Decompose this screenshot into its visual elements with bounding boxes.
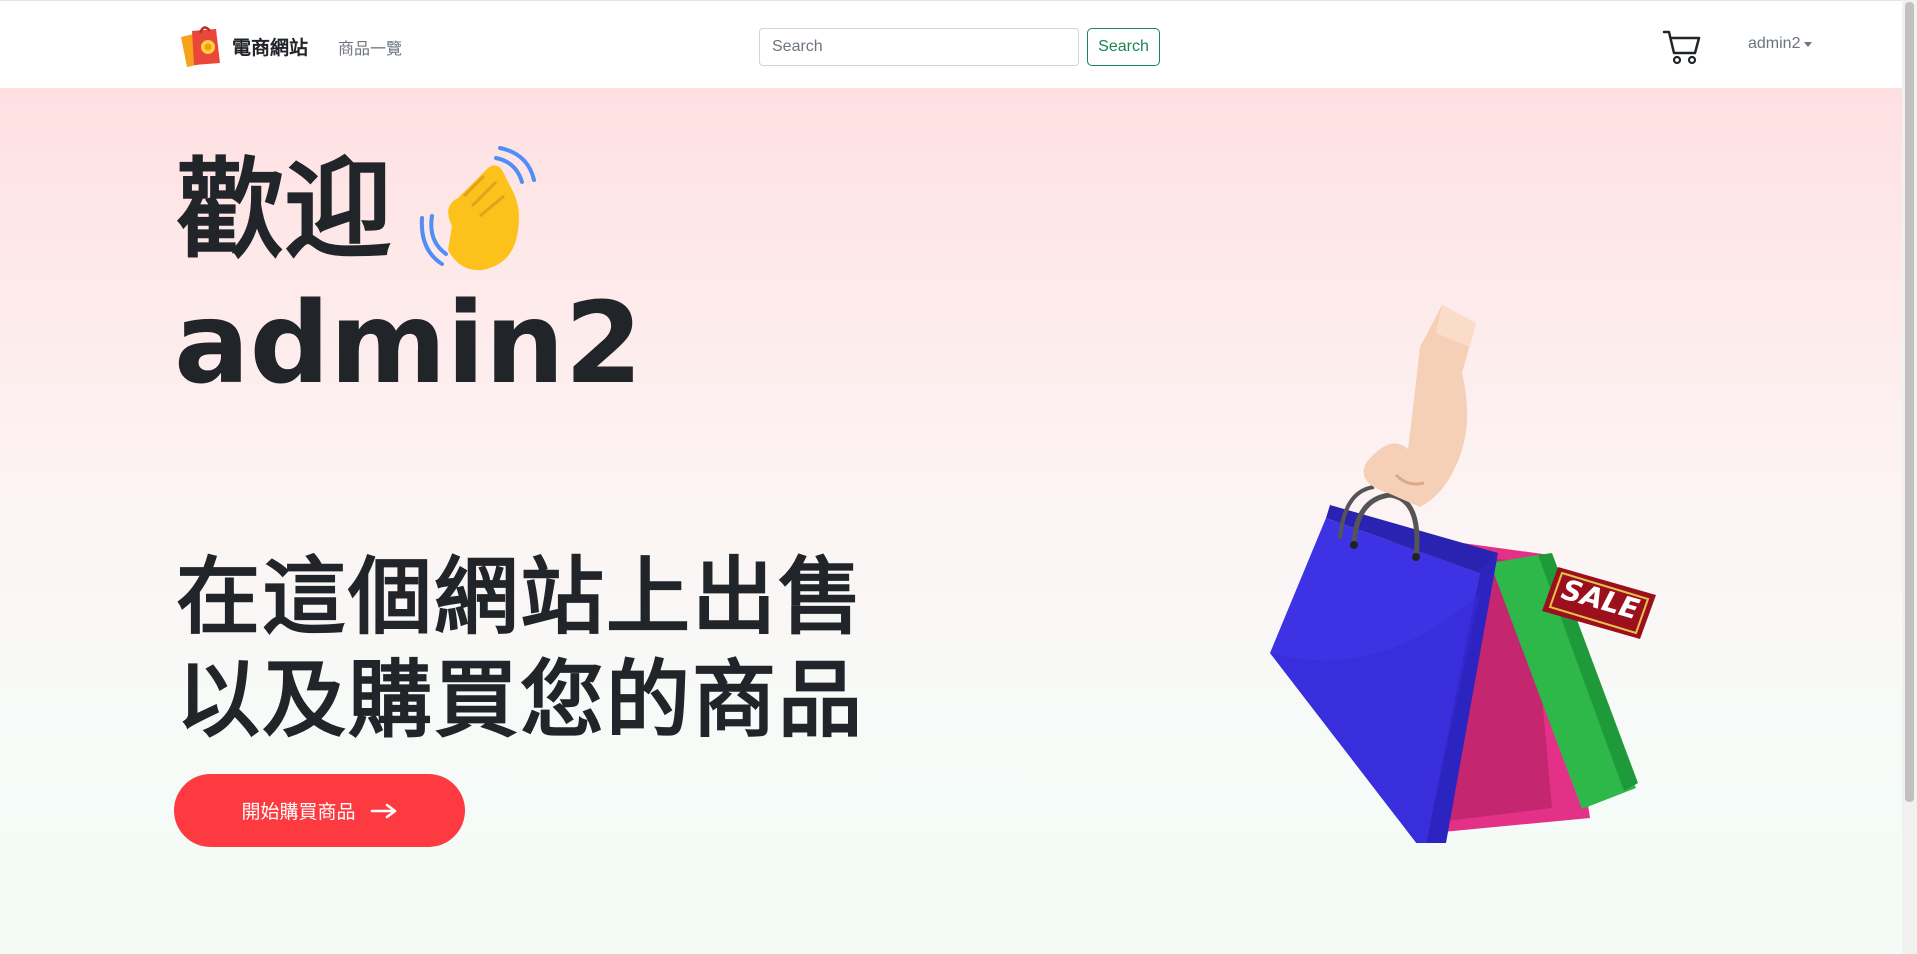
scrollbar-thumb[interactable] bbox=[1905, 2, 1914, 802]
username-heading: admin2 bbox=[174, 279, 643, 409]
top-navbar: 電商網站 商品一覽 Search admin2 bbox=[0, 0, 1902, 88]
brand-logo-icon bbox=[181, 26, 220, 67]
page-scrollbar[interactable] bbox=[1902, 0, 1917, 954]
user-menu-dropdown[interactable]: admin2 bbox=[1748, 35, 1813, 53]
shopping-bags-illustration: SALE bbox=[1270, 305, 1656, 843]
brand-name: 電商網站 bbox=[232, 36, 309, 59]
cart-button[interactable] bbox=[1660, 26, 1704, 66]
start-shopping-label: 開始購買商品 bbox=[241, 801, 356, 823]
arrow-right-icon bbox=[370, 803, 396, 818]
tagline-line-2: 以及購買您的商品 bbox=[176, 651, 865, 749]
brand-link[interactable]: 電商網站 bbox=[178, 23, 308, 69]
nav-link-products[interactable]: 商品一覽 bbox=[338, 35, 402, 59]
search-form: Search bbox=[759, 28, 1160, 66]
welcome-heading: 歡迎 bbox=[176, 146, 538, 276]
start-shopping-button[interactable]: 開始購買商品 bbox=[174, 774, 465, 847]
user-menu-label: admin2 bbox=[1748, 35, 1801, 52]
tagline: 在這個網站上出售 以及購買您的商品 bbox=[176, 546, 864, 752]
waving-hand-icon bbox=[419, 146, 537, 271]
caret-down-icon bbox=[1804, 41, 1813, 47]
tagline-line-1: 在這個網站上出售 bbox=[176, 548, 865, 646]
shopping-cart-icon bbox=[1662, 30, 1701, 65]
hero-section: 歡迎 admin2 在這個網站上出售 以及購買您的商品 開始購買商品 SALE bbox=[0, 88, 1902, 954]
welcome-text: 歡迎 bbox=[176, 148, 393, 273]
search-input[interactable] bbox=[759, 28, 1079, 66]
search-button[interactable]: Search bbox=[1087, 28, 1160, 66]
